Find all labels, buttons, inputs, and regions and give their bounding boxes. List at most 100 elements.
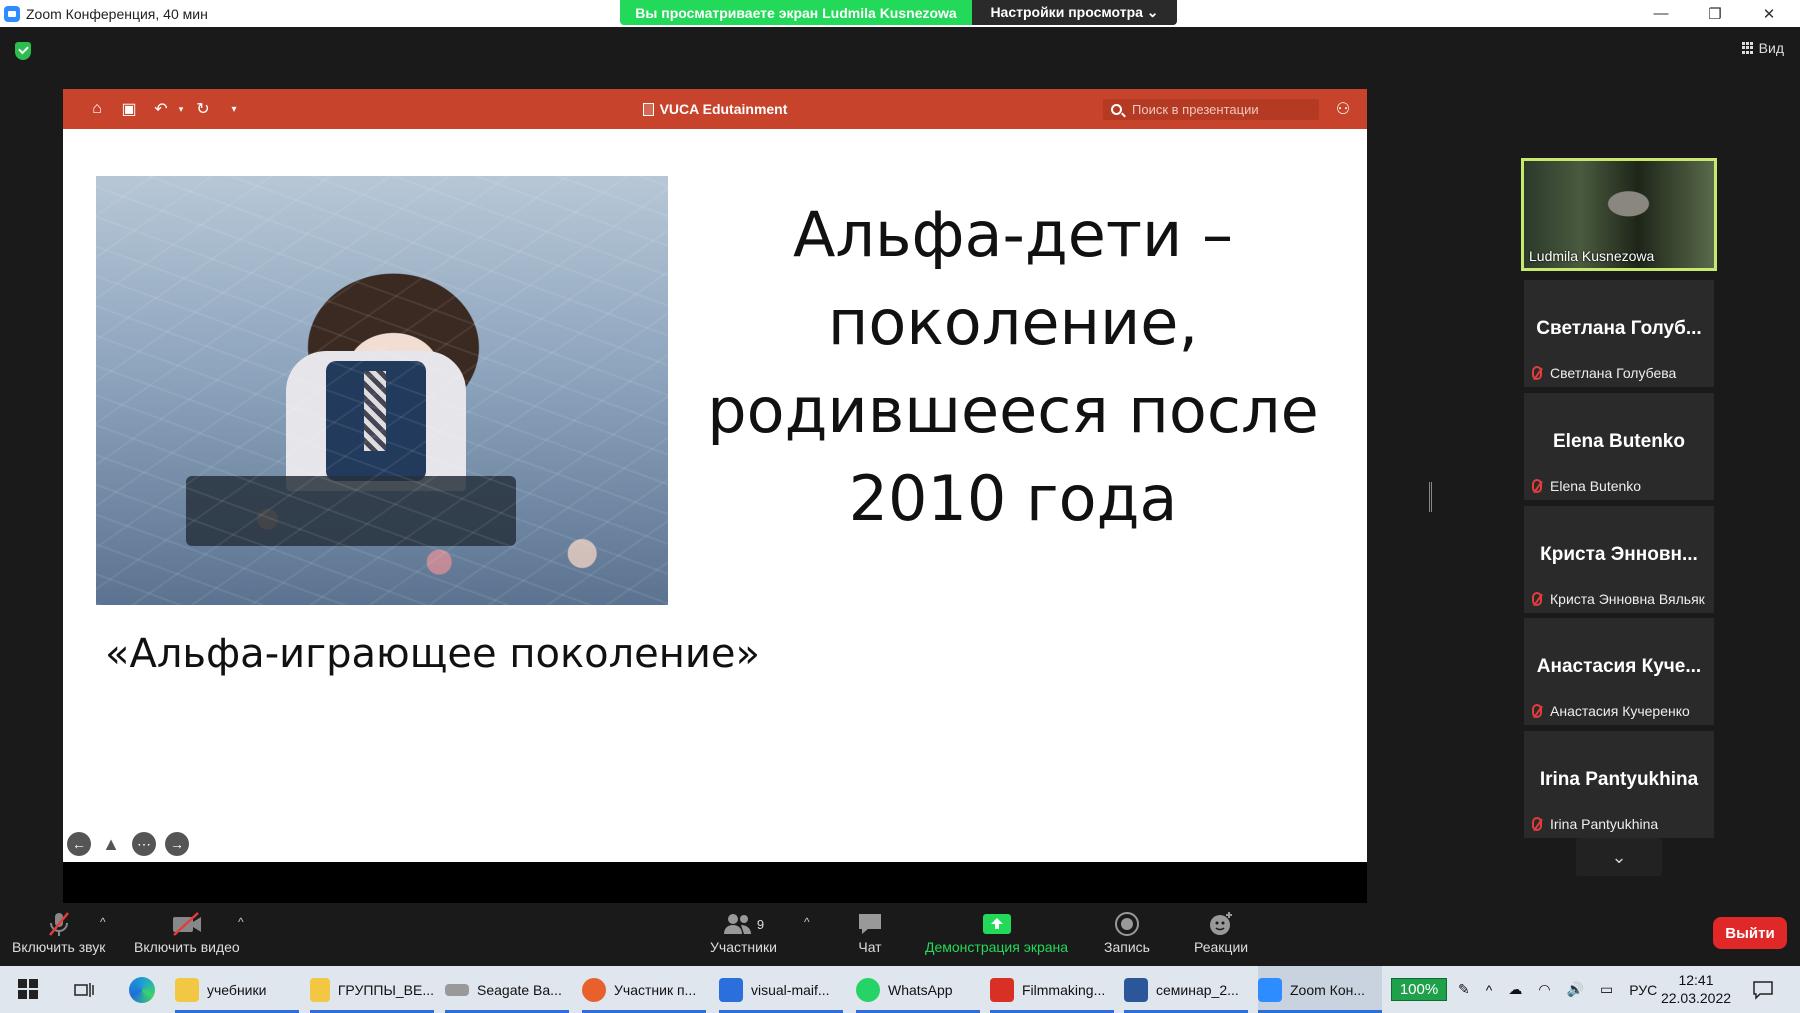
participant-tile-name: Светлана Голуб... — [1536, 318, 1702, 339]
taskbar-app[interactable]: Zoom Кон... — [1258, 966, 1382, 1013]
zoom-window: Zoom Конференция, 40 мин Вы просматривае… — [0, 0, 1800, 1013]
edge-logo — [129, 976, 155, 1003]
close-icon[interactable]: ✕ — [1742, 0, 1796, 27]
video-tile-active-speaker[interactable]: Ludmila Kusnezowa — [1521, 158, 1717, 271]
taskbar-app[interactable]: ГРУППЫ_ВЕ... — [310, 966, 434, 1013]
home-icon[interactable]: ⌂ — [87, 99, 107, 119]
taskbar-app[interactable]: Filmmaking... — [990, 966, 1114, 1013]
folder-icon — [310, 977, 330, 1002]
participant-tile-name: Криста Энновн... — [1540, 544, 1698, 565]
pdf-icon — [990, 977, 1014, 1002]
participant-tile[interactable]: Анастасия Куче... Анастасия Кучеренко — [1524, 618, 1714, 725]
security-shield-icon[interactable] — [15, 42, 31, 60]
word-icon — [1124, 977, 1148, 1002]
participant-label: Elena Butenko — [1532, 478, 1641, 494]
taskbar-app-label: ГРУППЫ_ВЕ... — [337, 981, 434, 998]
participant-label: Анастасия Кучеренко — [1532, 703, 1690, 719]
share-screen-icon — [982, 909, 1012, 939]
mic-muted-icon — [1532, 479, 1542, 493]
video-options-caret-icon[interactable]: ^ — [238, 915, 244, 929]
redo-icon[interactable]: ↻ — [193, 99, 213, 119]
share-user-icon[interactable]: ⚇ — [1333, 99, 1353, 119]
mic-off-icon — [46, 909, 72, 939]
presentation-toolbar: ⌂ ▣ ↶ ▾ ↻ ▾ VUCA Edutainment Поиск в пре… — [63, 89, 1367, 129]
view-button-label: Вид — [1758, 40, 1784, 56]
customize-toolbar-icon[interactable]: ▾ — [224, 99, 244, 119]
grid-icon — [1741, 42, 1754, 54]
participants-options-caret-icon[interactable]: ^ — [804, 915, 810, 929]
wifi-icon[interactable]: ◠ — [1538, 981, 1550, 998]
edge-browser-icon[interactable] — [126, 966, 158, 1013]
slide: Альфа-дети – поколение, родившееся после… — [63, 129, 1367, 862]
previous-slide-icon[interactable]: ← — [67, 832, 91, 856]
slide-title-line: поколение, — [827, 286, 1199, 359]
presentation-title-text: VUCA Edutainment — [659, 101, 788, 117]
unmute-button[interactable]: Включить звук — [12, 909, 105, 955]
minimize-icon[interactable]: — — [1634, 0, 1688, 27]
taskbar-app[interactable]: учебники — [175, 966, 299, 1013]
taskbar-app[interactable]: visual-maif... — [719, 966, 843, 1013]
language-indicator[interactable]: РУС — [1629, 982, 1657, 998]
onedrive-icon[interactable]: ☁ — [1508, 981, 1522, 998]
slide-image-overlay — [96, 176, 668, 605]
reactions-button[interactable]: Реакции — [1194, 909, 1248, 955]
participant-tile[interactable]: Irina Pantyukhina Irina Pantyukhina — [1524, 731, 1714, 838]
presentation-search-input[interactable]: Поиск в презентации — [1103, 99, 1319, 120]
save-icon[interactable]: ▣ — [119, 99, 139, 119]
participant-name-label: Криста Энновна Вяльяк — [1550, 591, 1705, 607]
leave-meeting-button[interactable]: Выйти — [1713, 917, 1787, 949]
chat-label: Чат — [858, 939, 882, 955]
chevron-down-icon[interactable]: ⌄ — [1576, 838, 1662, 876]
mic-muted-icon — [1532, 366, 1542, 380]
restore-icon[interactable]: ❐ — [1688, 0, 1742, 27]
taskbar-app[interactable]: WhatsApp — [856, 966, 980, 1013]
share-screen-button[interactable]: Демонстрация экрана — [925, 909, 1068, 955]
start-video-button[interactable]: Включить видео — [134, 909, 240, 955]
participant-tile[interactable]: Светлана Голуб... Светлана Голубева — [1524, 280, 1714, 387]
zoom-icon — [1258, 977, 1282, 1002]
taskbar-app-label: visual-maif... — [751, 981, 830, 998]
chat-button[interactable]: Чат — [856, 909, 884, 955]
participant-tile[interactable]: Elena Butenko Elena Butenko — [1524, 393, 1714, 500]
search-placeholder: Поиск в презентации — [1132, 102, 1259, 117]
participants-button[interactable]: 9 Участники — [710, 909, 777, 955]
participant-name-label: Irina Pantyukhina — [1550, 816, 1659, 832]
taskbar-app-label: Filmmaking... — [1022, 981, 1106, 998]
taskbar-app[interactable]: Участник п... — [582, 966, 706, 1013]
pointer-tool-icon[interactable]: ▲ — [99, 832, 123, 856]
record-button[interactable]: Запись — [1104, 909, 1150, 955]
participant-tile-name: Elena Butenko — [1553, 431, 1685, 452]
share-screen-label: Демонстрация экрана — [925, 939, 1069, 955]
view-button[interactable]: Вид — [1741, 40, 1784, 56]
panel-splitter-handle[interactable] — [1429, 482, 1432, 512]
taskbar-app-label: WhatsApp — [888, 981, 953, 998]
taskbar-app[interactable]: семинар_2... — [1124, 966, 1248, 1013]
participant-label: Светлана Голубева — [1532, 365, 1676, 381]
participant-tile[interactable]: Криста Энновн... Криста Энновна Вяльяк — [1524, 506, 1714, 613]
record-icon — [1113, 909, 1141, 939]
document-icon — [642, 102, 654, 116]
folder-icon — [175, 977, 199, 1002]
audio-options-caret-icon[interactable]: ^ — [100, 915, 106, 929]
meeting-controls: Включить звук ^ Включить видео ^ 9 Участ… — [0, 903, 1800, 966]
task-view-icon[interactable] — [72, 966, 96, 1013]
windows-start-icon[interactable] — [18, 979, 38, 999]
volume-icon[interactable]: 🔊 — [1567, 981, 1584, 998]
photos-icon — [719, 977, 743, 1002]
more-options-icon[interactable]: ⋯ — [132, 832, 156, 856]
clock[interactable]: 12:41 22.03.2022 — [1656, 971, 1736, 1007]
view-options-button[interactable]: Настройки просмотра ⌄ — [972, 0, 1177, 25]
chevron-up-icon[interactable]: ^ — [1486, 982, 1493, 998]
notifications-icon[interactable] — [1752, 966, 1774, 1013]
undo-dropdown-icon[interactable]: ▾ — [171, 99, 191, 119]
pen-icon[interactable]: ✎ — [1458, 981, 1470, 998]
display-icon[interactable]: ▭ — [1600, 981, 1613, 998]
taskbar-app-label: учебники — [207, 981, 267, 998]
battery-indicator[interactable]: 100% — [1391, 978, 1447, 1001]
slide-title-line: 2010 года — [848, 462, 1178, 535]
slide-title: Альфа-дети – поколение, родившееся после… — [683, 191, 1343, 543]
taskbar-app[interactable]: Seagate Ba... — [445, 966, 569, 1013]
next-slide-icon[interactable]: → — [165, 832, 189, 856]
taskbar-app-label: Zoom Кон... — [1290, 981, 1366, 998]
undo-icon[interactable]: ↶ — [151, 99, 171, 119]
